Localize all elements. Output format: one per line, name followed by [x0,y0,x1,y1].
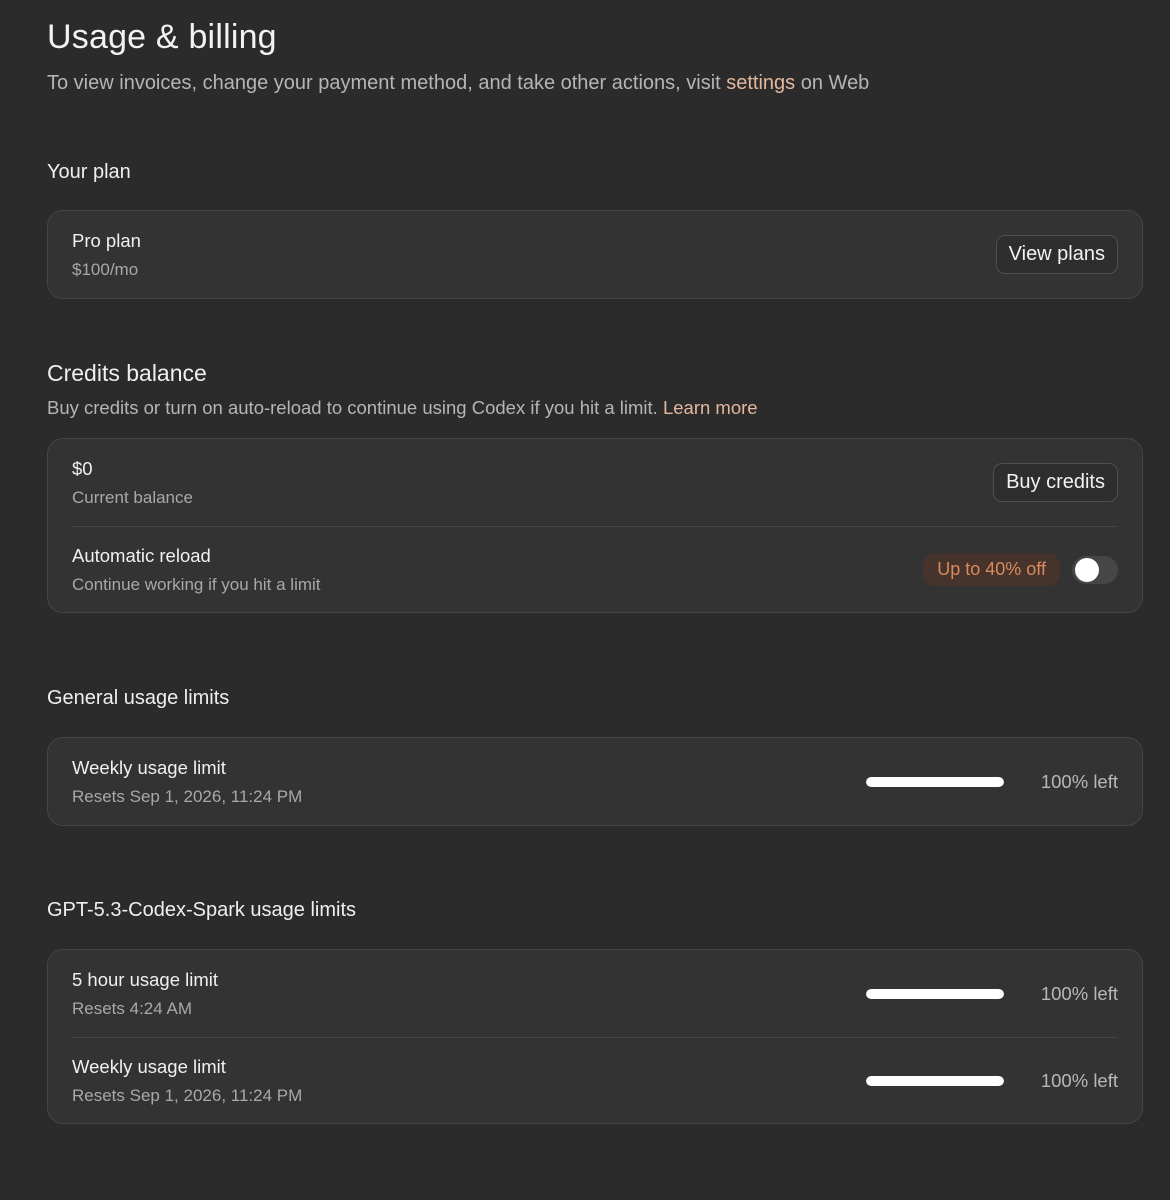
general-usage-heading: General usage limits [47,687,230,709]
plan-name: Pro plan [72,229,141,251]
usage-limit-title: 5 hour usage limit [72,968,219,990]
auto-reload-title: Automatic reload [72,544,211,566]
spark-usage-heading: GPT-5.3-Codex-Spark usage limits [47,899,357,921]
usage-percent-left: 100% left [1040,1069,1118,1091]
usage-percent-left: 100% left [1040,982,1118,1004]
usage-reset-time: Resets Sep 1, 2026, 11:24 PM [72,786,303,806]
usage-progress-bar [866,988,1004,999]
usage-progress-fill [866,1075,1004,1086]
auto-reload-info: Automatic reload Continue working if you… [72,545,321,595]
balance-info: $0 Current balance [72,458,193,508]
settings-link[interactable]: settings [726,72,795,94]
plan-card: Pro plan $100/mo View plans [47,210,1143,299]
usage-reset-time: Resets Sep 1, 2026, 11:24 PM [72,1085,303,1105]
auto-reload-toggle[interactable] [1072,555,1118,584]
usage-meter: 100% left [866,1070,1118,1092]
subtitle-text-after: on Web [795,72,870,94]
plan-row: Pro plan $100/mo View plans [72,211,1118,298]
auto-reload-subtitle: Continue working if you hit a limit [72,574,321,594]
usage-limit-title: Weekly usage limit [72,1055,226,1077]
usage-limit-title: Weekly usage limit [72,756,226,778]
usage-progress-fill [866,776,1004,787]
usage-meter: 100% left [866,983,1118,1005]
usage-reset-time: Resets 4:24 AM [72,998,193,1018]
credits-balance-heading: Credits balance [47,360,207,386]
plan-price: $100/mo [72,259,139,279]
learn-more-link[interactable]: Learn more [663,397,758,418]
toggle-knob [1075,557,1099,582]
usage-row: Weekly usage limit Resets Sep 1, 2026, 1… [72,738,1118,825]
buy-credits-button[interactable]: Buy credits [993,463,1118,502]
plan-info: Pro plan $100/mo [72,230,141,280]
usage-row: Weekly usage limit Resets Sep 1, 2026, 1… [72,1037,1118,1123]
balance-row: $0 Current balance Buy credits [72,439,1118,526]
general-usage-card: Weekly usage limit Resets Sep 1, 2026, 1… [47,737,1143,826]
spark-usage-card: 5 hour usage limit Resets 4:24 AM 100% l… [47,949,1143,1124]
usage-progress-bar [866,776,1004,787]
usage-progress-bar [866,1075,1004,1086]
usage-info: Weekly usage limit Resets Sep 1, 2026, 1… [72,1056,302,1106]
discount-badge: Up to 40% off [923,553,1060,586]
usage-meter: 100% left [866,771,1118,793]
credits-description: Buy credits or turn on auto-reload to co… [47,397,758,419]
usage-info: 5 hour usage limit Resets 4:24 AM [72,969,218,1019]
auto-reload-controls: Up to 40% off [923,553,1118,586]
balance-value: $0 [72,457,93,479]
your-plan-heading: Your plan [47,161,131,183]
page-subtitle: To view invoices, change your payment me… [47,72,869,95]
page-title: Usage & billing [47,18,277,56]
credits-card: $0 Current balance Buy credits Automatic… [47,438,1143,613]
view-plans-button[interactable]: View plans [995,235,1118,274]
subtitle-text-before: To view invoices, change your payment me… [47,72,727,94]
usage-row: 5 hour usage limit Resets 4:24 AM 100% l… [72,950,1118,1037]
usage-info: Weekly usage limit Resets Sep 1, 2026, 1… [72,757,302,807]
auto-reload-row: Automatic reload Continue working if you… [72,526,1118,612]
usage-progress-fill [866,988,1004,999]
credits-description-text: Buy credits or turn on auto-reload to co… [47,397,663,418]
balance-label: Current balance [72,487,193,507]
usage-billing-page: Usage & billing To view invoices, change… [0,0,1170,1200]
usage-percent-left: 100% left [1040,770,1118,792]
